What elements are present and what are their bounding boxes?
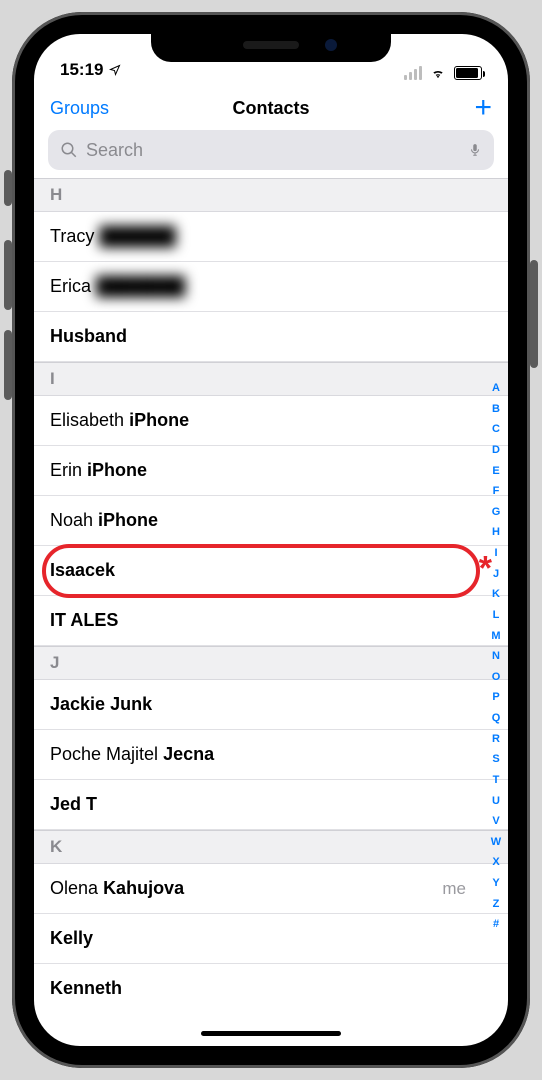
index-letter[interactable]: V xyxy=(492,815,499,829)
contact-first: Erin xyxy=(50,460,82,480)
contact-row[interactable]: Kenneth xyxy=(34,964,508,1003)
contact-first: Olena xyxy=(50,878,98,898)
index-letter[interactable]: D xyxy=(492,444,500,458)
index-letter[interactable]: R xyxy=(492,733,500,747)
contact-row[interactable]: Kelly xyxy=(34,914,508,964)
index-letter[interactable]: P xyxy=(492,691,499,705)
nav-bar: Groups Contacts + xyxy=(34,86,508,130)
silence-switch xyxy=(4,170,12,206)
contact-last-redacted: ███████ xyxy=(96,276,185,296)
location-arrow-icon xyxy=(109,64,121,76)
contact-row[interactable]: Elisabeth iPhone xyxy=(34,396,508,446)
index-letter[interactable]: F xyxy=(493,485,500,499)
contact-row[interactable]: Jed T xyxy=(34,780,508,830)
index-letter[interactable]: H xyxy=(492,526,500,540)
home-indicator[interactable] xyxy=(201,1031,341,1036)
contact-first: Elisabeth xyxy=(50,410,124,430)
index-letter[interactable]: Q xyxy=(492,712,501,726)
dictate-icon[interactable] xyxy=(468,140,482,160)
notch xyxy=(151,28,391,62)
contact-name: Husband xyxy=(50,326,127,346)
contact-row-highlighted[interactable]: Isaacek * xyxy=(34,546,508,596)
contact-name: Jed T xyxy=(50,794,97,814)
contact-name: IT ALES xyxy=(50,610,118,630)
contact-first: Noah xyxy=(50,510,93,530)
index-letter[interactable]: T xyxy=(493,774,500,788)
contact-row[interactable]: Jackie Junk xyxy=(34,680,508,730)
index-letter[interactable]: E xyxy=(492,465,499,479)
search-placeholder: Search xyxy=(86,140,468,161)
index-letter[interactable]: M xyxy=(491,630,500,644)
contact-last: iPhone xyxy=(87,460,147,480)
contact-row[interactable]: Erin iPhone xyxy=(34,446,508,496)
index-letter[interactable]: A xyxy=(492,382,500,396)
contact-row[interactable]: Husband xyxy=(34,312,508,362)
status-time: 15:19 xyxy=(60,60,103,80)
section-header-i: I xyxy=(34,362,508,396)
index-letter[interactable]: I xyxy=(494,547,497,561)
add-contact-button[interactable]: + xyxy=(414,93,492,123)
contact-name: Kenneth xyxy=(50,978,122,998)
page-title: Contacts xyxy=(128,98,414,119)
search-input[interactable]: Search xyxy=(48,130,494,170)
index-letter[interactable]: G xyxy=(492,506,501,520)
contact-first: Tracy xyxy=(50,226,94,246)
contacts-list[interactable]: H Tracy ██████ Erica ███████ Husband I E… xyxy=(34,178,508,1046)
screen: 15:19 Groups Contacts + Searc xyxy=(34,34,508,1046)
index-letter[interactable]: O xyxy=(492,671,501,685)
cellular-signal-icon xyxy=(404,66,422,80)
contact-row[interactable]: Tracy ██████ xyxy=(34,212,508,262)
battery-icon xyxy=(454,66,482,80)
alphabet-index-bar[interactable]: ABCDEFGHIJKLMNOPQRSTUVWXYZ # xyxy=(486,378,506,936)
index-letter[interactable]: U xyxy=(492,795,500,809)
contact-last: Jecna xyxy=(163,744,214,764)
index-letter[interactable]: W xyxy=(491,836,501,850)
device-outer: 15:19 Groups Contacts + Searc xyxy=(0,0,542,1080)
me-badge: me xyxy=(442,879,466,899)
contact-row[interactable]: Olena Kahujova me xyxy=(34,864,508,914)
contact-last: iPhone xyxy=(98,510,158,530)
index-letter[interactable]: K xyxy=(492,588,500,602)
contact-name: Kelly xyxy=(50,928,93,948)
contact-row[interactable]: IT ALES xyxy=(34,596,508,646)
index-letter[interactable]: X xyxy=(492,856,499,870)
index-letter[interactable]: J xyxy=(493,568,499,582)
index-letter[interactable]: Z xyxy=(493,898,500,912)
contact-first: Erica xyxy=(50,276,91,296)
index-letter[interactable]: S xyxy=(492,753,499,767)
index-letter[interactable]: C xyxy=(492,423,500,437)
contact-first: Jackie xyxy=(50,694,105,714)
volume-up-button xyxy=(4,240,12,310)
section-header-h: H xyxy=(34,178,508,212)
contact-last: Kahujova xyxy=(103,878,184,898)
groups-button[interactable]: Groups xyxy=(50,98,128,119)
search-icon xyxy=(60,141,78,159)
index-letter[interactable]: B xyxy=(492,403,500,417)
contact-last-redacted: ██████ xyxy=(99,226,176,246)
contact-last: iPhone xyxy=(129,410,189,430)
wifi-icon xyxy=(429,66,447,80)
contact-row[interactable]: Erica ███████ xyxy=(34,262,508,312)
contact-row[interactable]: Noah iPhone xyxy=(34,496,508,546)
index-letter[interactable]: # xyxy=(493,918,499,932)
contact-row[interactable]: Poche Majitel Jecna xyxy=(34,730,508,780)
search-wrap: Search xyxy=(34,130,508,178)
volume-down-button xyxy=(4,330,12,400)
index-letter[interactable]: N xyxy=(492,650,500,664)
section-header-k: K xyxy=(34,830,508,864)
contact-first: Poche Majitel xyxy=(50,744,158,764)
contact-name: Isaacek xyxy=(50,560,115,580)
section-header-j: J xyxy=(34,646,508,680)
contact-last: Junk xyxy=(110,694,152,714)
index-letter[interactable]: L xyxy=(493,609,500,623)
power-button xyxy=(530,260,538,368)
index-letter[interactable]: Y xyxy=(492,877,499,891)
